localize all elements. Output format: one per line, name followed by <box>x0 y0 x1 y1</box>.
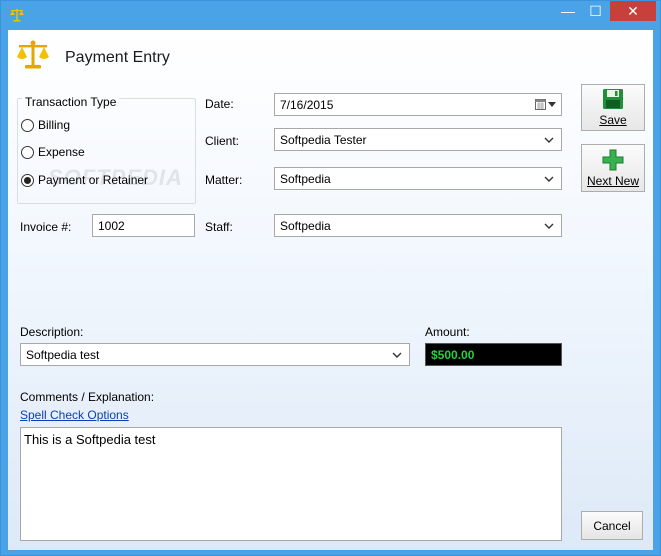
close-button[interactable]: ✕ <box>610 1 656 21</box>
date-value: 7/16/2015 <box>280 97 334 112</box>
invoice-label: Invoice #: <box>20 220 72 234</box>
radio-label-expense: Expense <box>38 145 85 159</box>
save-disk-icon <box>603 89 623 109</box>
next-new-label: Next New <box>586 174 639 188</box>
radio-label-billing: Billing <box>38 118 71 132</box>
staff-label: Staff: <box>205 220 233 234</box>
cancel-button[interactable]: Cancel <box>581 511 643 540</box>
app-window: — ☐ ✕ Payment Entry SOFTPEDIA Transactio… <box>0 0 661 556</box>
matter-value: Softpedia <box>280 171 331 186</box>
chevron-down-icon[interactable] <box>542 135 556 145</box>
amount-label: Amount: <box>425 325 470 339</box>
radio-expense[interactable]: Expense <box>21 145 85 159</box>
radio-payment-or-retainer[interactable]: Payment or Retainer <box>21 173 148 187</box>
comments-textarea[interactable]: This is a Softpedia test <box>20 427 562 541</box>
chevron-down-icon[interactable] <box>542 174 556 184</box>
scale-app-icon <box>10 9 24 22</box>
cancel-label: Cancel <box>593 518 631 533</box>
radio-billing[interactable]: Billing <box>21 118 70 132</box>
page-title: Payment Entry <box>65 49 170 66</box>
save-label: Save <box>599 113 627 127</box>
matter-label: Matter: <box>205 173 243 187</box>
client-select[interactable]: Softpedia Tester <box>274 128 562 151</box>
form-area: Payment Entry SOFTPEDIA Transaction Type… <box>8 30 653 550</box>
calendar-icon[interactable] <box>535 99 546 110</box>
client-label: Client: <box>205 134 240 148</box>
minimize-button[interactable]: — <box>554 1 582 21</box>
maximize-button[interactable]: ☐ <box>582 1 609 21</box>
scale-icon <box>17 40 49 69</box>
staff-value: Softpedia <box>280 218 331 233</box>
staff-select[interactable]: Softpedia <box>274 214 562 237</box>
save-button[interactable]: Save <box>581 84 645 131</box>
dropdown-arrow-icon[interactable] <box>548 101 556 108</box>
client-value: Softpedia Tester <box>280 132 367 147</box>
date-label: Date: <box>205 97 234 111</box>
amount-value: $500.00 <box>431 347 475 362</box>
radio-button[interactable] <box>21 145 34 159</box>
date-picker[interactable]: 7/16/2015 <box>274 93 562 116</box>
radio-button[interactable] <box>21 118 34 132</box>
description-label: Description: <box>20 325 84 339</box>
comments-label: Comments / Explanation: <box>20 390 155 404</box>
chevron-down-icon[interactable] <box>542 221 556 231</box>
description-select[interactable]: Softpedia test <box>20 343 410 366</box>
description-value: Softpedia test <box>26 347 100 362</box>
transaction-type-title: Transaction Type <box>22 95 120 109</box>
radio-label-payment: Payment or Retainer <box>38 173 149 187</box>
radio-button[interactable] <box>21 173 34 187</box>
title-bar[interactable]: — ☐ ✕ <box>1 1 660 30</box>
spell-check-options-link[interactable]: Spell Check Options <box>20 408 129 422</box>
invoice-value: 1002 <box>98 218 125 233</box>
comments-value: This is a Softpedia test <box>24 432 156 447</box>
chevron-down-icon[interactable] <box>390 350 404 360</box>
amount-input[interactable]: $500.00 <box>425 343 562 366</box>
next-new-button[interactable]: Next New <box>581 144 645 192</box>
invoice-input[interactable]: 1002 <box>92 214 195 237</box>
plus-icon <box>602 149 624 171</box>
matter-select[interactable]: Softpedia <box>274 167 562 190</box>
